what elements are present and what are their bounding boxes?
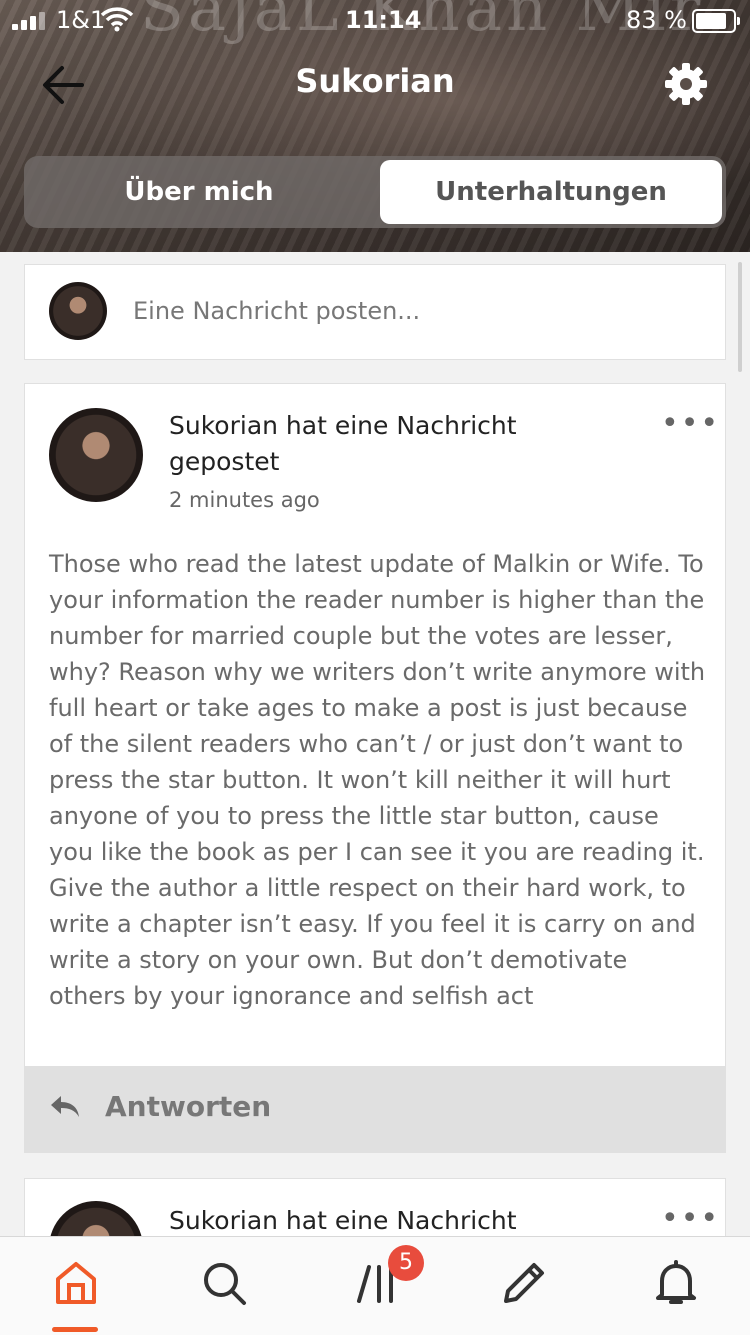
bottom-tab-bar: 5 xyxy=(0,1236,750,1335)
post-message-box[interactable]: Eine Nachricht posten... xyxy=(24,264,726,360)
message-header: Sukorian hat eine Nachricht gepostet xyxy=(169,411,517,476)
tab-conversations[interactable]: Unterhaltungen xyxy=(380,160,722,224)
active-tab-indicator xyxy=(52,1327,98,1332)
more-options-icon[interactable]: ••• xyxy=(661,1201,720,1236)
status-bar: 1&1 11:14 83 % xyxy=(0,0,750,40)
bell-icon[interactable] xyxy=(652,1259,700,1307)
post-message-input[interactable]: Eine Nachricht posten... xyxy=(133,297,420,325)
pencil-icon[interactable] xyxy=(500,1259,548,1307)
avatar[interactable] xyxy=(49,408,143,502)
search-icon[interactable] xyxy=(200,1259,248,1307)
library-badge: 5 xyxy=(388,1245,424,1281)
message-timestamp: 2 minutes ago xyxy=(169,488,320,512)
page-title: Sukorian xyxy=(295,62,455,100)
profile-header: SajaL Khan Mir 1&1 11:14 83 % Sukorian Ü… xyxy=(0,0,750,252)
more-options-icon[interactable]: ••• xyxy=(661,406,720,441)
signal-icon xyxy=(12,12,45,30)
battery-icon xyxy=(692,9,740,33)
message-card: Sukorian hat eine Nachricht gepostet 2 m… xyxy=(24,383,726,1153)
message-body: Those who read the latest update of Malk… xyxy=(49,550,706,1010)
carrier-label: 1&1 xyxy=(56,6,106,34)
scrollbar[interactable] xyxy=(738,262,742,372)
wifi-icon xyxy=(100,6,134,38)
gear-icon[interactable] xyxy=(662,60,710,108)
reply-arrow-icon xyxy=(49,1094,81,1120)
avatar xyxy=(49,282,107,340)
reply-button[interactable]: Antworten xyxy=(25,1066,725,1152)
navigation-bar: Sukorian xyxy=(0,48,750,122)
clock: 11:14 xyxy=(345,6,422,34)
home-icon[interactable] xyxy=(52,1259,100,1307)
tab-about-me[interactable]: Über mich xyxy=(28,160,370,224)
message-header: Sukorian hat eine Nachricht xyxy=(169,1206,517,1235)
battery-percentage: 83 % xyxy=(626,6,687,34)
reply-label: Antworten xyxy=(105,1090,272,1123)
profile-segmented-control: Über mich Unterhaltungen xyxy=(24,156,726,228)
